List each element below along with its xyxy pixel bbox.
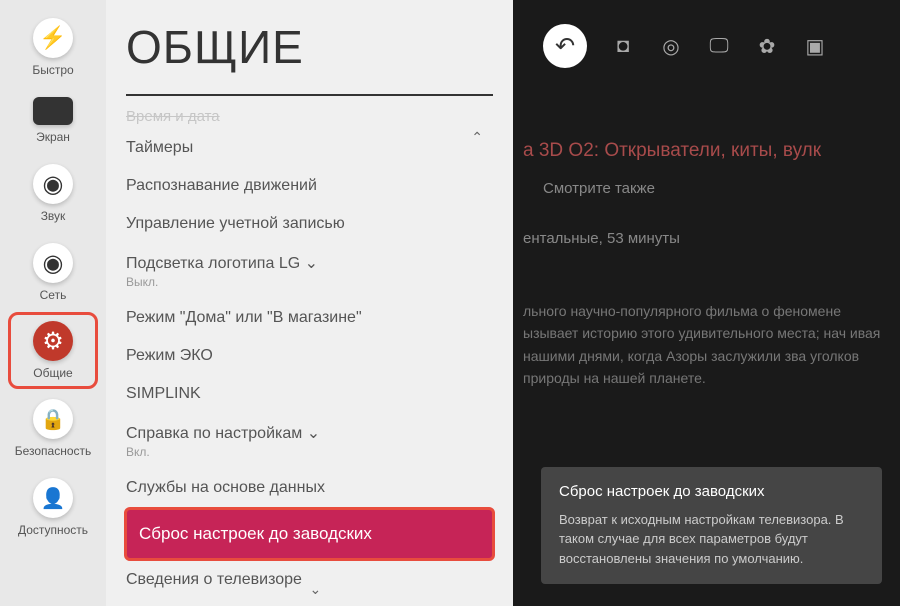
settings-sidebar: Быстро Экран Звук Сеть Общие Безопасност… xyxy=(0,0,106,606)
list-item-label: Подсветка логотипа LG ⌄ xyxy=(126,255,318,272)
tooltip-title: Сброс настроек до заводских xyxy=(559,483,864,500)
gear-icon xyxy=(33,321,73,361)
sidebar-item-label: Общие xyxy=(33,366,72,380)
scroll-down-icon[interactable]: ⌄ xyxy=(310,581,322,598)
sidebar-item-quick[interactable]: Быстро xyxy=(8,8,98,87)
back-icon: ↶ xyxy=(555,32,575,61)
tv-input-icon[interactable] xyxy=(611,34,635,58)
list-item-label: SIMPLINK xyxy=(126,385,201,402)
apps-icon[interactable] xyxy=(803,34,827,58)
sidebar-item-accessibility[interactable]: Доступность xyxy=(8,468,98,547)
network-icon xyxy=(33,243,73,283)
theater-icon[interactable] xyxy=(755,34,779,58)
accessibility-icon xyxy=(33,478,73,518)
bg-content-title: а 3D O2: Открыватели, киты, вулк xyxy=(523,140,821,162)
sidebar-item-network[interactable]: Сеть xyxy=(8,233,98,312)
sidebar-item-general[interactable]: Общие xyxy=(8,312,98,389)
lightning-icon xyxy=(33,18,73,58)
list-item-home-store[interactable]: Режим "Дома" или "В магазине" xyxy=(126,299,513,337)
screen-icon xyxy=(33,97,73,125)
list-item-cut: Время и дата xyxy=(126,104,513,129)
sidebar-item-label: Звук xyxy=(41,209,66,223)
list-item-label: Справка по настройкам ⌄ xyxy=(126,425,320,442)
list-item-account[interactable]: Управление учетной записью xyxy=(126,205,513,243)
background-area: ↶ а 3D O2: Открыватели, киты, вулк Смотр… xyxy=(513,0,900,606)
list-item-factory-reset[interactable]: Сброс настроек до заводских xyxy=(124,507,495,561)
list-item-logo-light[interactable]: Подсветка логотипа LG ⌄ Выкл. xyxy=(126,243,513,299)
sidebar-item-label: Безопасность xyxy=(15,444,92,458)
list-item-label: Сброс настроек до заводских xyxy=(139,524,372,543)
sidebar-item-label: Быстро xyxy=(32,63,73,77)
list-item-label: Управление учетной записью xyxy=(126,215,345,232)
tooltip-text: Возврат к исходным настройкам телевизора… xyxy=(559,510,864,569)
list-item-label: Распознавание движений xyxy=(126,177,317,194)
sidebar-item-screen[interactable]: Экран xyxy=(8,87,98,154)
sound-icon xyxy=(33,164,73,204)
sidebar-item-label: Экран xyxy=(36,130,70,144)
bg-description: льного научно-популярного фильма о феном… xyxy=(523,300,890,390)
lock-icon xyxy=(33,399,73,439)
top-icon-bar: ↶ xyxy=(543,24,827,68)
list-item-label: Таймеры xyxy=(126,139,193,156)
help-tooltip: Сброс настроек до заводских Возврат к ис… xyxy=(541,467,882,585)
scroll-up-icon[interactable]: ⌃ xyxy=(471,129,483,146)
sidebar-item-label: Доступность xyxy=(18,523,88,537)
list-item-label: Режим "Дома" или "В магазине" xyxy=(126,309,362,326)
list-item-data-services[interactable]: Службы на основе данных xyxy=(126,469,513,507)
page-title: ОБЩИЕ xyxy=(126,20,513,74)
sidebar-item-security[interactable]: Безопасность xyxy=(8,389,98,468)
list-item-timers[interactable]: Таймеры xyxy=(126,129,513,167)
list-item-help[interactable]: Справка по настройкам ⌄ Вкл. xyxy=(126,413,513,469)
list-item-sub: Вкл. xyxy=(126,445,513,459)
sidebar-item-sound[interactable]: Звук xyxy=(8,154,98,233)
list-item-label: Службы на основе данных xyxy=(126,479,325,496)
list-item-label: Сведения о телевизоре xyxy=(126,571,302,588)
list-item-eco[interactable]: Режим ЭКО xyxy=(126,337,513,375)
bg-duration: ентальные, 53 минуты xyxy=(523,230,680,247)
list-item-sub: Выкл. xyxy=(126,275,513,289)
sidebar-item-label: Сеть xyxy=(40,288,67,302)
divider xyxy=(126,94,493,96)
list-item-motion[interactable]: Распознавание движений xyxy=(126,167,513,205)
back-button[interactable]: ↶ xyxy=(543,24,587,68)
bg-see-also: Смотрите также xyxy=(543,180,655,197)
list-item-simplink[interactable]: SIMPLINK xyxy=(126,375,513,413)
settings-content: ОБЩИЕ Время и дата ⌃ Таймеры Распознаван… xyxy=(106,0,513,606)
disc-icon[interactable] xyxy=(659,34,683,58)
tvset-icon[interactable] xyxy=(707,34,731,58)
list-item-label: Режим ЭКО xyxy=(126,347,213,364)
